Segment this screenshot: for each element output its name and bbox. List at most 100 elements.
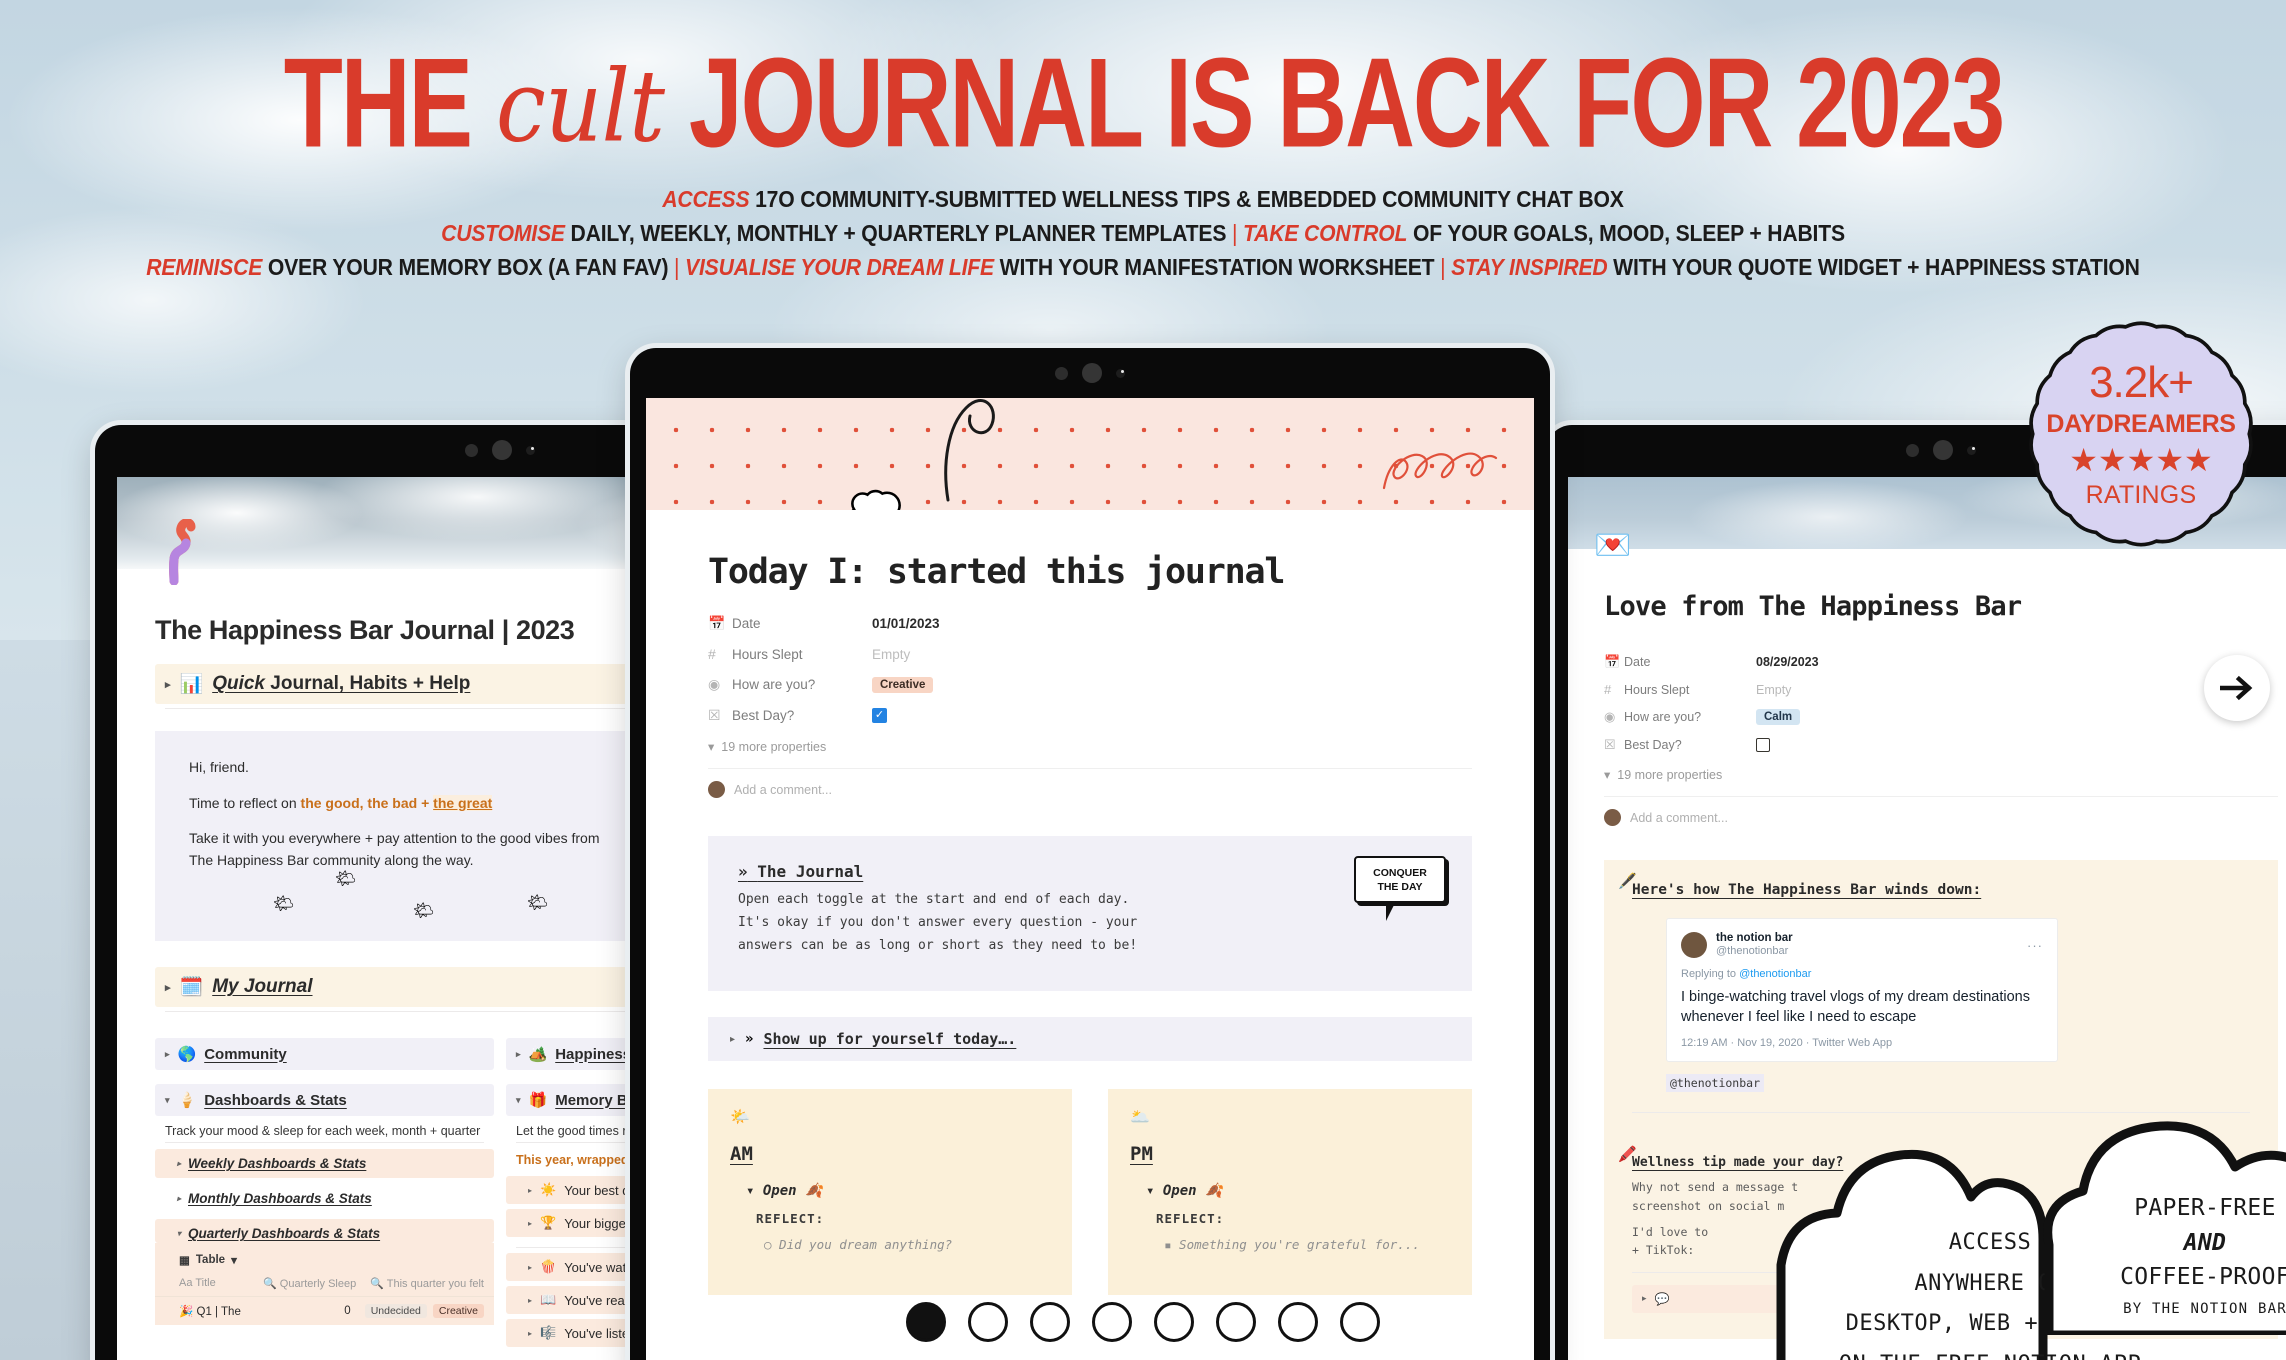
table-row[interactable]: 🎉 Q1 | The 0 Undecided Creative xyxy=(155,1297,494,1325)
more-options-icon[interactable]: ··· xyxy=(2027,938,2043,953)
chevron-down-icon[interactable]: ▾ xyxy=(516,1095,521,1106)
property-how-are-you[interactable]: ◉ How are you? Calm xyxy=(1604,703,2278,731)
toggle-weekly-dashboards[interactable]: ▸ Weekly Dashboards & Stats xyxy=(155,1149,494,1178)
table-col-felt: 🔍 This quarter you felt xyxy=(370,1278,484,1290)
toggle-dashboards-stats[interactable]: ▾ 🍦 Dashboards & Stats xyxy=(155,1084,494,1116)
tweet-author-name: the notion bar xyxy=(1716,932,1793,944)
toggle-label: My Journal xyxy=(212,976,313,997)
more-properties-toggle[interactable]: ▾ 19 more properties xyxy=(1604,759,2278,790)
tweet-reply-handle[interactable]: @thenotionbar xyxy=(1739,968,1811,980)
chevron-down-icon[interactable]: ▾ xyxy=(746,1183,754,1199)
property-best-day[interactable]: ☒ Best Day? xyxy=(1604,731,2278,759)
property-hours-slept[interactable]: # Hours Slept Empty xyxy=(708,639,1472,669)
table-icon: ▦ xyxy=(179,1255,190,1267)
chevron-right-icon[interactable]: ▸ xyxy=(528,1296,532,1305)
toggle-show-up[interactable]: ▸ » Show up for yourself today…. xyxy=(708,1017,1472,1062)
pm-question: ▪ Something you're grateful for... xyxy=(1164,1237,1420,1253)
chevron-down-icon[interactable]: ▾ xyxy=(1146,1183,1154,1199)
sensor-dot-icon xyxy=(465,443,478,457)
comment-input[interactable]: Add a comment... xyxy=(1604,796,2278,838)
chevron-right-icon[interactable]: ▸ xyxy=(165,678,171,691)
headline-block: THE cult JOURNAL IS BACK FOR 2023 xyxy=(0,41,2286,168)
journal-callout: » The Journal Open each toggle at the st… xyxy=(708,836,1472,992)
avatar xyxy=(1681,932,1707,959)
toggle-label: Weekly Dashboards & Stats xyxy=(188,1156,367,1171)
toggle-monthly-dashboards[interactable]: ▸ Monthly Dashboards & Stats xyxy=(155,1184,494,1213)
avatar xyxy=(1604,809,1621,826)
next-slide-button[interactable] xyxy=(2204,655,2270,721)
chevron-right-icon[interactable]: ▸ xyxy=(165,981,171,994)
intro-body: Take it with you everywhere + pay attent… xyxy=(189,830,600,869)
calendar-icon: 📅 xyxy=(708,615,726,631)
embedded-tweet[interactable]: the notion bar @thenotionbar ··· Replyin… xyxy=(1666,918,2058,1063)
chevron-down-icon[interactable]: ▾ xyxy=(708,739,714,754)
chevron-down-icon[interactable]: ▾ xyxy=(1604,767,1610,782)
carousel-dot[interactable] xyxy=(1154,1302,1194,1342)
badge-count: 3.2k+ xyxy=(2089,358,2194,407)
chevron-right-icon[interactable]: ▸ xyxy=(516,1049,521,1060)
am-open-toggle[interactable]: ▾ Open 🍂 xyxy=(746,1183,1050,1199)
carousel-dot[interactable] xyxy=(1340,1302,1380,1342)
carousel-dot[interactable] xyxy=(906,1302,946,1342)
subheadline-segment: VISUALISE YOUR DREAM LIFE xyxy=(679,254,994,280)
carousel-dot[interactable] xyxy=(968,1302,1008,1342)
toggle-quarterly-dashboards[interactable]: ▾ Quarterly Dashboards & Stats xyxy=(155,1219,494,1243)
more-properties-toggle[interactable]: ▾ 19 more properties xyxy=(708,731,1472,762)
more-properties-label: 19 more properties xyxy=(1617,767,1723,782)
checkbox-checked[interactable]: ✓ xyxy=(872,708,887,723)
property-date[interactable]: 📅 Date 08/29/2023 xyxy=(1604,648,2278,676)
calendar-icon: 🗓️ xyxy=(179,977,204,998)
property-hours-slept[interactable]: # Hours Slept Empty xyxy=(1604,676,2278,703)
callout-prefix: » xyxy=(738,862,748,881)
property-value: 01/01/2023 xyxy=(872,616,940,631)
carousel-dot[interactable] xyxy=(1092,1302,1132,1342)
comment-input[interactable]: Add a comment... xyxy=(708,768,1472,810)
subheadline-segment: CUSTOMISE xyxy=(441,220,565,246)
camera-dot-icon xyxy=(1933,440,1953,460)
chevron-right-icon[interactable]: ▸ xyxy=(528,1219,532,1228)
camera-dot-icon xyxy=(1082,363,1102,383)
callout-prefix: » xyxy=(745,1031,754,1048)
chevron-down-icon[interactable]: ▾ xyxy=(165,1095,170,1106)
chevron-right-icon[interactable]: ▸ xyxy=(528,1329,532,1338)
chevron-right-icon[interactable]: ▸ xyxy=(528,1186,532,1195)
property-date[interactable]: 📅 Date 01/01/2023 xyxy=(708,608,1472,639)
property-best-day[interactable]: ☒ Best Day? ✓ xyxy=(708,700,1472,731)
property-how-are-you[interactable]: ◉ How are you? Creative xyxy=(708,669,1472,700)
chevron-down-icon[interactable]: ▾ xyxy=(177,1229,181,1238)
chevron-right-icon[interactable]: ▸ xyxy=(528,1263,532,1272)
chevron-right-icon[interactable]: ▸ xyxy=(177,1159,181,1168)
chevron-right-icon[interactable]: ▸ xyxy=(730,1034,735,1045)
sensor-dot-icon xyxy=(1906,443,1919,457)
chevron-right-icon[interactable]: ▸ xyxy=(165,1049,170,1060)
chevron-right-icon[interactable]: ▸ xyxy=(1642,1293,1647,1304)
music-icon: 🎼 xyxy=(540,1325,557,1340)
ratings-badge: 3.2k+ DAYDREAMERS ★★★★★ RATINGS xyxy=(2018,300,2264,568)
checkbox-unchecked[interactable] xyxy=(1756,738,1770,752)
carousel-dot[interactable] xyxy=(1278,1302,1318,1342)
chart-icon: 📊 xyxy=(179,674,204,695)
carousel-dots[interactable] xyxy=(906,1302,1380,1342)
chevron-right-icon[interactable]: ▸ xyxy=(177,1194,181,1203)
chevron-down-icon[interactable]: ▾ xyxy=(231,1253,237,1267)
pm-open-toggle[interactable]: ▾ Open 🍂 xyxy=(1146,1183,1450,1199)
property-label: Best Day? xyxy=(732,708,795,723)
number-icon: # xyxy=(1604,682,1612,697)
carousel-dot[interactable] xyxy=(1216,1302,1256,1342)
toggle-label: Monthly Dashboards & Stats xyxy=(188,1191,372,1206)
cloud-callout-text: PAPER-FREE AND COFFEE-PROOF BY THE NOTIO… xyxy=(2035,1191,2286,1320)
toggle-label: Show up for yourself today…. xyxy=(763,1030,1017,1049)
carousel-dot[interactable] xyxy=(1030,1302,1070,1342)
property-label: How are you? xyxy=(732,677,816,692)
cloud-line-2: AND xyxy=(2183,1229,2227,1256)
speech-bubble-icon: 💬 xyxy=(1654,1291,1670,1306)
mention-chip[interactable]: @thenotionbar xyxy=(1666,1074,1765,1093)
ampm-cards: 🌤️ AM ▾ Open 🍂 REFLECT: ○ Did you dream … xyxy=(708,1089,1472,1295)
sticker-line-1: CONQUER xyxy=(1373,867,1427,879)
toggle-community[interactable]: ▸ 🌎 Community xyxy=(155,1038,494,1070)
toggle-label: Open xyxy=(1162,1183,1197,1200)
table-view-selector[interactable]: ▦ Table ▾ xyxy=(155,1243,494,1271)
tablet-center-screen: 💭 Today I: started this journal 📅 Date 0… xyxy=(646,398,1534,1360)
pm-heading: PM xyxy=(1130,1143,1153,1166)
left-column-primary: ▸ 🌎 Community ▾ 🍦 Dashboards & Stats Tra… xyxy=(155,1038,494,1347)
